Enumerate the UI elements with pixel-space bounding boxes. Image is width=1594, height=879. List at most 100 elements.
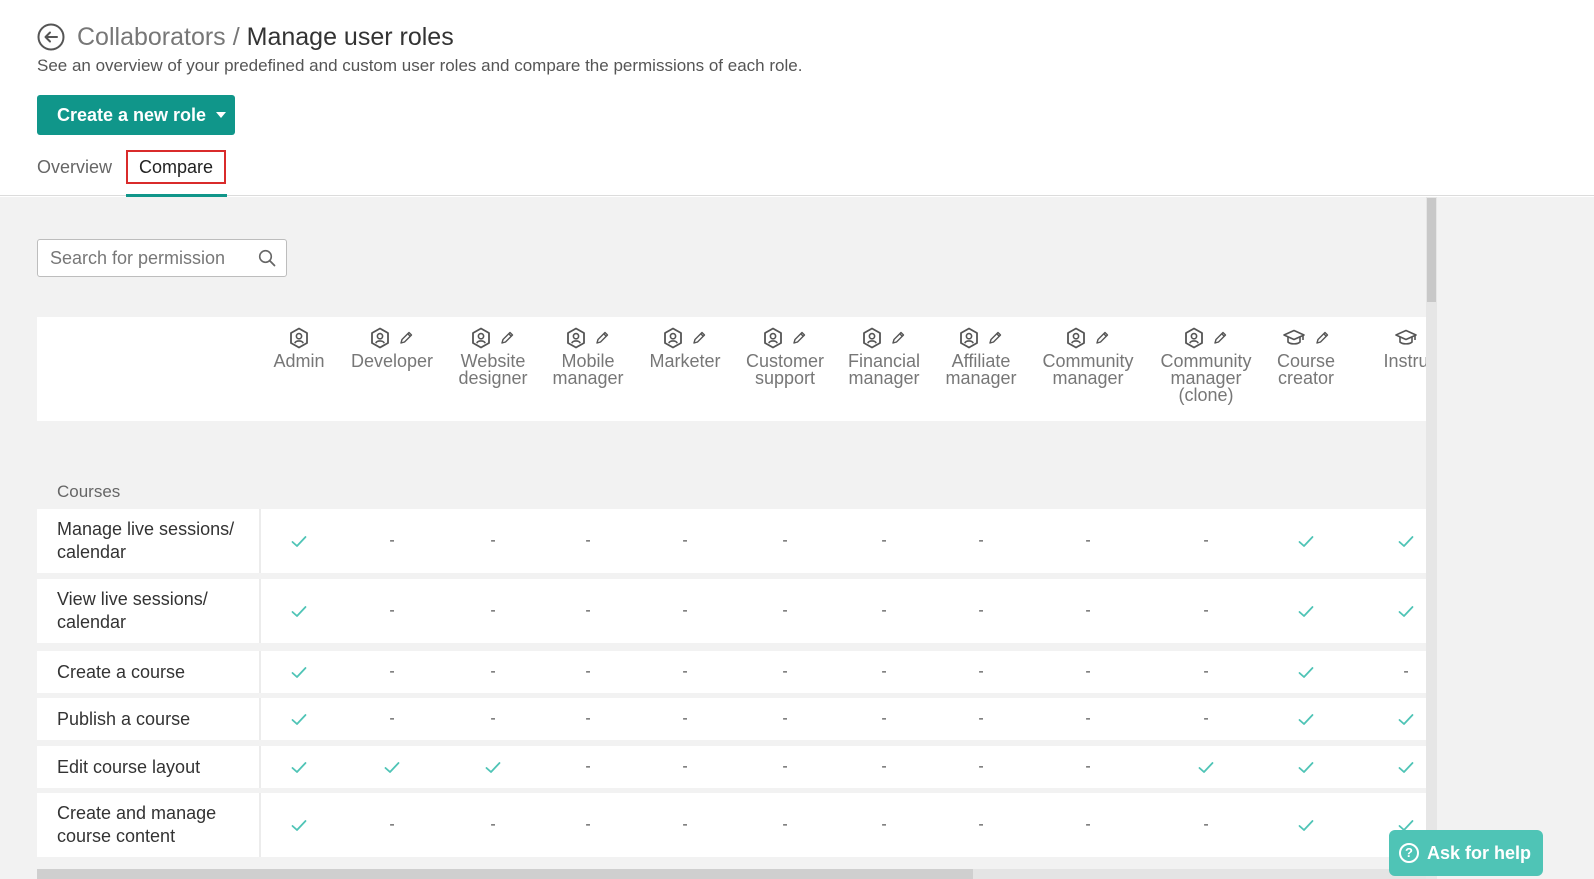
permission-value: - [1085,532,1091,549]
permission-value: - [585,758,591,775]
permission-search [37,239,287,277]
role-shield-icon [959,327,979,349]
permission-label: Create a course [37,651,261,693]
question-circle-icon: ? [1399,843,1419,863]
role-header-icons [1151,327,1261,349]
permission-value: - [1203,663,1209,680]
search-input[interactable] [50,240,250,276]
edit-pencil-icon[interactable] [1210,330,1228,346]
permission-value: - [1085,602,1091,619]
edit-pencil-icon[interactable] [689,330,707,346]
permission-value: - [881,602,887,619]
role-shield-icon [1184,327,1204,349]
page-subtitle: See an overview of your predefined and c… [37,56,803,75]
permission-value: - [389,602,395,619]
breadcrumb-collaborators[interactable]: Collaborators [77,23,226,51]
permission-value: - [389,532,395,549]
permission-value: - [782,663,788,680]
breadcrumb-current: Manage user roles [246,23,454,51]
permission-row: Create and manage course content - - - - - - - -… [37,793,1426,857]
role-header-icons [829,327,939,349]
tab-overview[interactable]: Overview [37,150,112,184]
role-header-icons [337,327,447,349]
permission-value: - [1085,758,1091,775]
permission-value: - [782,532,788,549]
role-column-header: Marketer [630,327,740,370]
permission-value: - [585,663,591,680]
role-column-header: Instru [1351,327,1426,370]
permission-value: - [682,816,688,833]
permission-value: - [585,710,591,727]
role-name: Community manager [1042,351,1134,388]
vertical-scrollbar-thumb[interactable] [1427,198,1436,302]
permission-value: - [389,663,395,680]
create-new-role-button[interactable]: Create a new role [37,95,235,135]
edit-pencil-icon[interactable] [789,330,807,346]
permission-value: - [782,710,788,727]
role-header-icons [1251,327,1361,349]
role-header-icons [1351,327,1426,349]
edit-pencil-icon[interactable] [396,330,414,346]
permission-value: - [490,710,496,727]
edit-pencil-icon[interactable] [1312,330,1330,346]
check-icon [279,509,319,573]
permission-value: - [881,816,887,833]
search-icon[interactable] [258,249,276,267]
role-shield-icon [566,327,586,349]
role-shield-icon [289,327,309,349]
back-arrow-icon[interactable] [37,23,65,51]
edit-pencil-icon[interactable] [1092,330,1110,346]
graduation-cap-icon [1282,328,1306,348]
role-shield-icon [862,327,882,349]
edit-pencil-icon[interactable] [888,330,906,346]
permission-value: - [490,663,496,680]
permission-value: - [682,532,688,549]
edit-pencil-icon[interactable] [985,330,1003,346]
role-name: Customer support [745,351,825,388]
permission-value: - [782,816,788,833]
check-icon [1386,746,1426,788]
role-shield-icon [370,327,390,349]
check-icon [1286,651,1326,693]
check-icon [1286,579,1326,643]
check-icon [1386,509,1426,573]
permission-label: Edit course layout [37,746,261,788]
role-name: Course creator [1276,351,1336,388]
breadcrumb-separator: / [232,23,240,51]
check-icon [1386,579,1426,643]
role-column-header: Financial manager [829,327,939,387]
check-icon [279,698,319,740]
permission-value: - [585,532,591,549]
permission-value: - [585,602,591,619]
permission-row: View live sessions/ calendar - - - - - - - - - [37,579,1426,643]
ask-for-help-button[interactable]: ? Ask for help [1389,830,1543,876]
permission-value: - [490,602,496,619]
edit-pencil-icon[interactable] [497,330,515,346]
permission-value: - [1085,710,1091,727]
create-new-role-label: Create a new role [57,104,207,125]
permission-row: Manage live sessions/ calendar - - - - - - - - - [37,509,1426,573]
page-title: Collaborators / Manage user roles [77,22,454,52]
permission-value: - [978,710,984,727]
page-header: Collaborators / Manage user roles See an o… [0,0,1594,196]
permission-value: - [978,602,984,619]
horizontal-scrollbar-thumb[interactable] [37,869,973,879]
tab-compare[interactable]: Compare [126,150,226,184]
role-column-header: Community manager (clone) [1151,327,1261,404]
role-column-header: Course creator [1251,327,1361,387]
permission-value: - [682,663,688,680]
ask-for-help-label: Ask for help [1427,842,1532,863]
permission-value: - [1203,532,1209,549]
graduation-cap-icon [1394,328,1418,348]
role-column-header: Affiliate manager [926,327,1036,387]
check-icon [279,651,319,693]
check-icon [1286,793,1326,857]
permission-value: - [881,663,887,680]
permission-value: - [881,710,887,727]
check-icon [1286,746,1326,788]
role-name: Developer [350,351,434,371]
role-column-header: Mobile manager [533,327,643,387]
role-header-icons [730,327,840,349]
check-icon [279,579,319,643]
edit-pencil-icon[interactable] [592,330,610,346]
